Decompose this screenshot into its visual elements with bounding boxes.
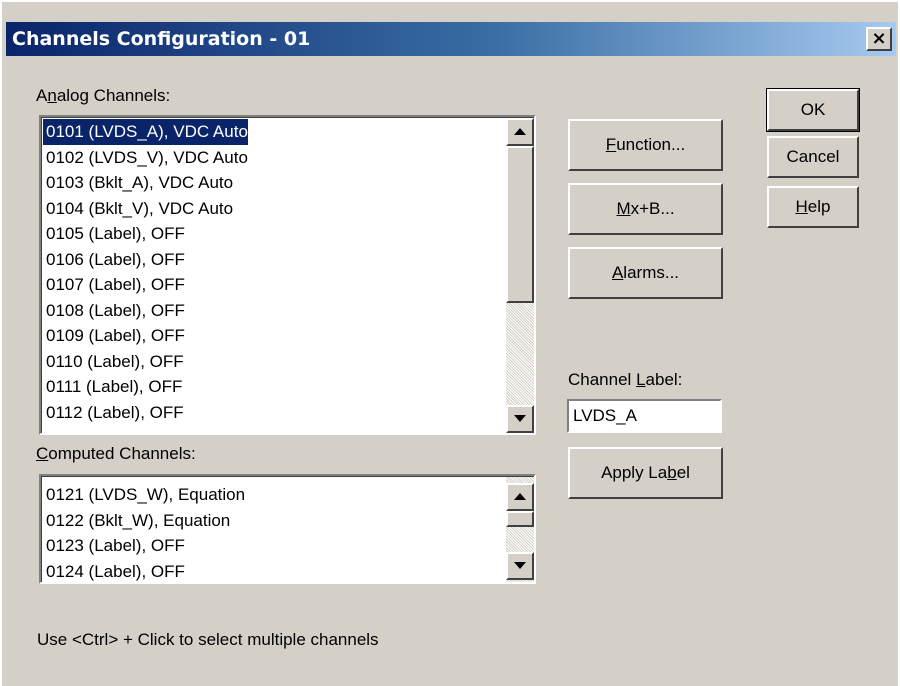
list-item[interactable]: 0104 (Bklt_V), VDC Auto (43, 196, 248, 222)
function-accel: F (605, 135, 617, 154)
list-item[interactable]: 0123 (Label), OFF (43, 533, 245, 559)
help-button[interactable]: Help (767, 186, 859, 228)
help-accel: H (795, 197, 808, 216)
computed-channels-list-inner: 0121 (LVDS_W), Equation 0122 (Bklt_W), Eq… (41, 476, 534, 582)
list-item[interactable]: 0110 (Label), OFF (43, 349, 248, 375)
analog-channels-list[interactable]: 0101 (LVDS_A), VDC Auto 0102 (LVDS_V), VD… (39, 115, 536, 435)
help-rest: elp (807, 197, 831, 216)
list-item[interactable]: 0112 (Label), OFF (43, 400, 248, 426)
computed-scrollbar[interactable] (506, 477, 534, 582)
computed-scroll-down-button[interactable] (506, 552, 534, 580)
list-item[interactable]: 0102 (LVDS_V), VDC Auto (43, 145, 248, 171)
scroll-up-icon (514, 128, 526, 135)
apply-label-accel: b (667, 463, 677, 482)
scroll-down-icon (514, 415, 526, 422)
computed-scroll-up-button[interactable] (506, 483, 534, 511)
apply-label-part1: Apply La (601, 463, 668, 482)
mxb-button-label: Mx+B... (616, 199, 674, 219)
apply-label-button[interactable]: Apply Label (568, 447, 723, 499)
channels-configuration-dialog: Channels Configuration - 01 × Analog Cha… (0, 0, 898, 686)
mxb-accel: M (616, 199, 631, 218)
function-button-label: Function... (606, 135, 685, 155)
list-item[interactable]: 0105 (Label), OFF (43, 221, 248, 247)
function-rest: unction... (616, 135, 686, 154)
mxb-rest: x+B... (630, 199, 675, 218)
scroll-down-icon (514, 562, 526, 569)
cancel-button[interactable]: Cancel (767, 136, 859, 178)
mxb-button[interactable]: Mx+B... (568, 183, 723, 235)
list-item[interactable]: 0107 (Label), OFF (43, 272, 248, 298)
computed-channels-label: Computed Channels: (36, 444, 196, 464)
channel-label-accel: L (636, 370, 646, 389)
channel-label-part2: abel: (645, 370, 683, 389)
apply-label-part2: el (676, 463, 690, 482)
analog-scroll-thumb[interactable] (506, 146, 534, 303)
channel-label-input[interactable]: LVDS_A (567, 399, 722, 433)
help-button-label: Help (796, 197, 831, 217)
computed-channels-label-accel: C (36, 444, 49, 463)
analog-scroll-down-button[interactable] (506, 405, 534, 433)
computed-channels-items: 0121 (LVDS_W), Equation 0122 (Bklt_W), Eq… (43, 482, 245, 582)
computed-channels-list[interactable]: 0121 (LVDS_W), Equation 0122 (Bklt_W), Eq… (39, 474, 536, 584)
channel-label-caption: Channel Label: (568, 370, 682, 390)
list-item[interactable]: 0111 (Label), OFF (43, 374, 248, 400)
close-button[interactable]: × (866, 27, 892, 51)
function-button[interactable]: Function... (568, 119, 723, 171)
computed-scroll-thumb[interactable] (506, 511, 534, 527)
alarms-rest: larms... (623, 263, 680, 282)
list-item[interactable]: 0122 (Bklt_W), Equation (43, 508, 245, 534)
analog-channels-label: Analog Channels: (36, 86, 170, 106)
apply-label-button-label: Apply Label (601, 463, 690, 483)
title-bar[interactable]: Channels Configuration - 01 × (6, 22, 896, 56)
analog-scroll-up-button[interactable] (506, 118, 534, 146)
channel-label-part1: Channel (568, 370, 637, 389)
list-item[interactable]: 0103 (Bklt_A), VDC Auto (43, 170, 248, 196)
list-item[interactable]: 0101 (LVDS_A), VDC Auto (43, 119, 248, 145)
list-item[interactable]: 0121 (LVDS_W), Equation (43, 482, 245, 508)
computed-channels-label-rest: omputed Channels: (48, 444, 196, 463)
ok-button[interactable]: OK (766, 88, 860, 132)
analog-channels-list-inner: 0101 (LVDS_A), VDC Auto 0102 (LVDS_V), VD… (41, 117, 534, 433)
list-item[interactable]: 0108 (Label), OFF (43, 298, 248, 324)
close-icon: × (871, 28, 887, 49)
analog-channels-items: 0101 (LVDS_A), VDC Auto 0102 (LVDS_V), VD… (43, 119, 248, 425)
alarms-button-label: Alarms... (612, 263, 679, 283)
alarms-accel: A (611, 263, 624, 282)
scroll-up-icon (514, 493, 526, 500)
multi-select-hint: Use <Ctrl> + Click to select multiple ch… (37, 630, 379, 649)
window-title: Channels Configuration - 01 (12, 28, 311, 50)
analog-channels-label-accel: n (47, 86, 57, 105)
analog-channels-label-part1: A (36, 86, 48, 105)
list-item[interactable]: 0109 (Label), OFF (43, 323, 248, 349)
analog-scrollbar[interactable] (506, 118, 534, 433)
analog-channels-label-part2: alog Channels: (56, 86, 171, 105)
list-item[interactable]: 0106 (Label), OFF (43, 247, 248, 273)
alarms-button[interactable]: Alarms... (568, 247, 723, 299)
list-item[interactable]: 0124 (Label), OFF (43, 559, 245, 583)
